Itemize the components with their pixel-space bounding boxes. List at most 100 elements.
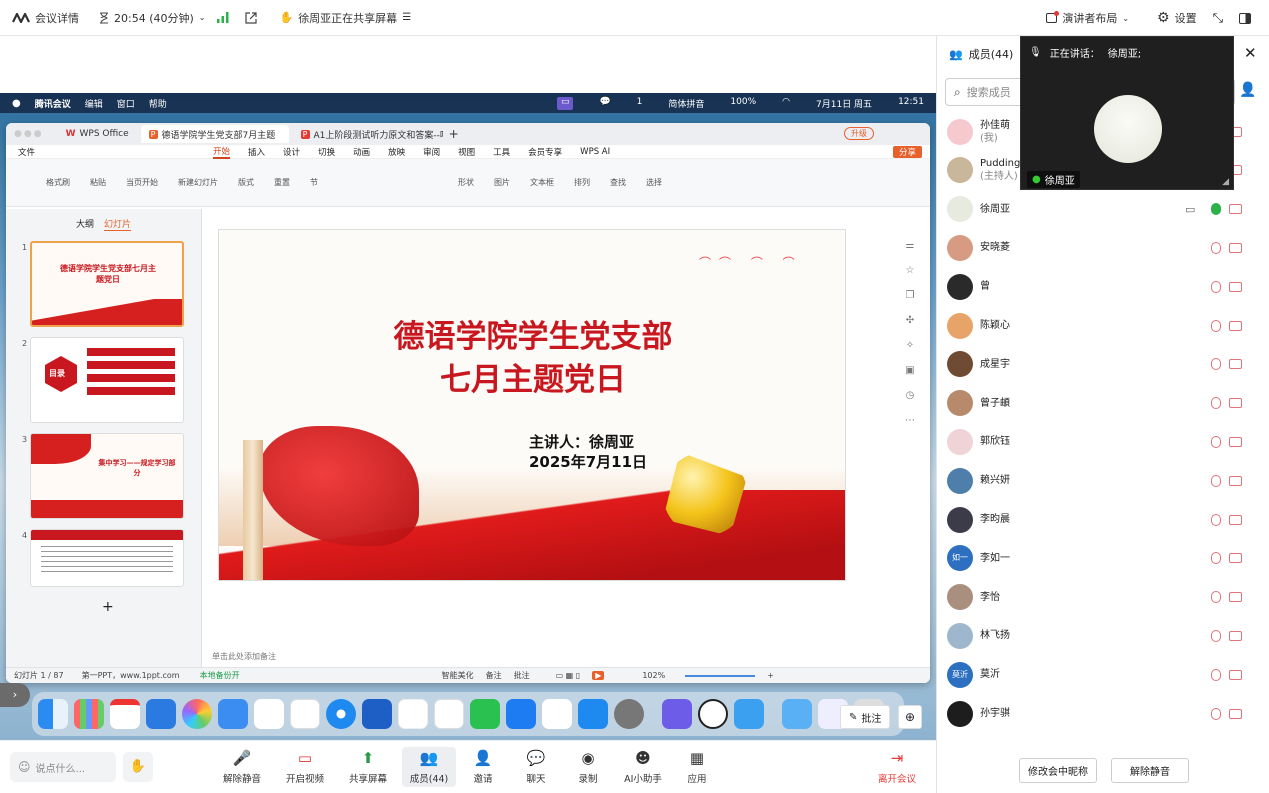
record-button[interactable]: ◉ 录制 [561,747,615,785]
image-icon[interactable]: ▣ [901,358,919,383]
members-button[interactable]: 👥 成员(44) [402,747,456,787]
tab-document[interactable]: P A1上阶段测试听力原文和答案--听 [293,125,443,143]
ribbon-tab-wps-ai[interactable]: WPS AI [580,147,610,157]
copy-icon[interactable]: ❐ [901,283,919,308]
share-screen-button[interactable]: ⬆ 共享屏幕 [341,747,395,785]
tab-outline[interactable]: 大纲 [76,217,94,231]
member-row[interactable]: 李昀晨 [937,500,1269,539]
member-row[interactable]: 孙宇骐 [937,694,1269,733]
word-icon[interactable] [362,699,392,729]
tab-presentation[interactable]: P 德语学院学生党支部7月主题 [140,125,289,143]
tab-wps-office[interactable]: W WPS Office [58,125,137,143]
mic-muted-icon[interactable] [1211,591,1221,604]
layout-button[interactable]: 版式 [238,177,254,188]
calendar-icon[interactable] [110,699,140,729]
add-slide-icon[interactable]: + [102,599,114,615]
slide-thumb-2[interactable]: 目录 [30,337,184,423]
zoom-button[interactable]: ⊕ [898,705,922,729]
camera-off-icon[interactable] [1229,242,1242,253]
member-row[interactable]: 陈颖心 [937,306,1269,345]
backup-status[interactable]: 本地备份开 [200,670,240,681]
section-button[interactable]: 节 [310,177,318,188]
camera-off-icon[interactable] [1229,514,1242,525]
apps-button[interactable]: ▦ 应用 [670,747,724,785]
keynote-icon[interactable] [146,699,176,729]
member-row[interactable]: 徐周亚 ▭ [937,190,1269,229]
camera-off-icon[interactable] [1229,281,1242,292]
member-row[interactable]: 安晓菱 [937,228,1269,267]
camera-off-icon[interactable] [1229,436,1242,447]
member-row[interactable]: 赖兴妍 [937,461,1269,500]
comments-button[interactable]: 批注 [514,670,530,681]
ribbon-tab-home[interactable]: 开始 [213,145,231,159]
zoom-in-icon[interactable]: + [767,671,774,680]
more-icon[interactable]: ⋯ [901,408,919,433]
mic-active-icon[interactable] [1211,203,1221,216]
sharing-status[interactable]: ✋ 徐周亚正在共享屏幕 ☰ [279,10,411,26]
mic-muted-icon[interactable] [1211,668,1221,681]
picture-button[interactable]: 图片 [494,177,510,188]
member-row[interactable]: 如一 李如一 [937,539,1269,578]
qq-icon[interactable] [542,699,572,729]
annotate-button[interactable]: ✎ 批注 [840,705,891,729]
external-link-icon[interactable] [245,11,258,24]
mic-muted-icon[interactable] [1211,319,1221,332]
play-icon[interactable]: ▶ [592,671,605,680]
clock-icon[interactable] [698,699,728,729]
invite-member-icon[interactable]: 👤 [1239,82,1256,98]
finder-icon[interactable] [38,699,68,729]
slide-thumb-3[interactable]: 集中学习——规定学习部分 [30,433,184,519]
ribbon-tab-animation[interactable]: 动画 [353,146,370,158]
start-video-button[interactable]: ▭ 开启视频 [278,747,332,785]
zoom-level[interactable]: 102% [642,671,665,680]
unmute-all-button[interactable]: 解除静音 [1111,758,1189,783]
ai-assistant-button[interactable]: ☻ AI小助手 [616,747,670,785]
shortcuts-icon[interactable] [662,699,692,729]
member-row[interactable]: 曾 [937,267,1269,306]
meeting-details-button[interactable]: 会议详情 [12,10,79,26]
new-slide-button[interactable]: 新建幻灯片 [178,177,218,188]
unmute-button[interactable]: 🎤 解除静音 [215,747,269,785]
freeform-icon[interactable] [290,699,320,729]
transform-icon[interactable]: ✣ [901,308,919,333]
tencent-meeting-icon[interactable] [506,699,536,729]
folder-icon[interactable] [782,699,812,729]
zoom-slider[interactable] [685,674,756,677]
active-speaker-window[interactable]: 🎙 正在讲话： 徐周亚; ● 徐周亚 ◢ [1020,36,1234,190]
mic-muted-icon[interactable] [1211,280,1221,293]
textbox-button[interactable]: 文本框 [530,177,554,188]
wps-icon[interactable] [398,699,428,729]
adjust-icon[interactable]: ⚌ [901,233,919,258]
camera-off-icon[interactable] [1229,553,1242,564]
safari-icon[interactable] [326,699,356,729]
reminders-icon[interactable] [254,699,284,729]
launchpad-icon[interactable] [74,699,104,729]
close-icon[interactable]: ✕ [1244,44,1257,62]
mic-muted-icon[interactable] [1211,435,1221,448]
numbers-icon[interactable] [434,699,464,729]
camera-off-icon[interactable] [1229,320,1242,331]
view-normal-icon[interactable]: ▭ ▦ ▯ [556,671,581,680]
rename-button[interactable]: 修改会中昵称 [1019,758,1097,783]
camera-off-icon[interactable] [1229,708,1242,719]
camera-off-icon[interactable] [1229,592,1242,603]
ribbon-tab-insert[interactable]: 插入 [248,146,265,158]
find-button[interactable]: 查找 [610,177,626,188]
smart-beautify-button[interactable]: 智能美化 [442,670,474,681]
share-button[interactable]: 分享 [892,145,922,158]
mic-muted-icon[interactable] [1211,513,1221,526]
arrange-button[interactable]: 排列 [574,177,590,188]
signal-icon[interactable] [217,12,229,23]
collapse-icon[interactable]: ⤡ [1213,11,1223,26]
member-row[interactable]: 莫沂 莫沂 [937,655,1269,694]
tab-slides[interactable]: 幻灯片 [104,217,132,231]
slide-thumb-1[interactable]: 德语学院学生党支部七月主题党日 [30,241,184,327]
notes-area[interactable]: 单击此处添加备注 [212,651,276,662]
ribbon-tab-transition[interactable]: 切换 [318,146,335,158]
start-from-current-button[interactable]: 当页开始 [126,177,158,188]
invite-button[interactable]: 👤 邀请 [456,747,510,785]
member-row[interactable]: 郭欣钰 [937,422,1269,461]
camera-off-icon[interactable] [1229,630,1242,641]
shape-button[interactable]: 形状 [458,177,474,188]
mail-icon[interactable] [218,699,248,729]
